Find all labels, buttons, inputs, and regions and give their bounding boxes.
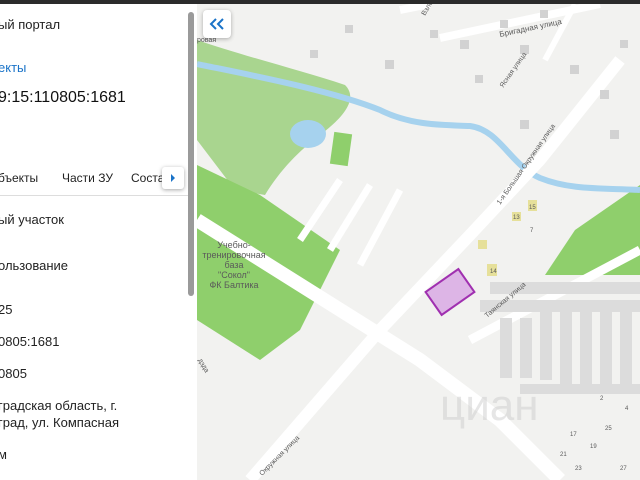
house-num-19: 19 xyxy=(590,444,597,450)
collapse-panel-button[interactable] xyxy=(203,10,231,38)
land-type: ый участок xyxy=(0,212,64,227)
road-small-1 xyxy=(297,178,343,242)
objects-link[interactable]: екты xyxy=(0,60,26,75)
field-value: 25 xyxy=(0,302,13,317)
house-num-15: 15 xyxy=(529,205,536,211)
street-bolshaya-okruzhnaya: 1-я Большая Окружная улица xyxy=(496,123,557,206)
road-small-3 xyxy=(356,188,404,267)
forest-area xyxy=(197,40,351,195)
map-view[interactable]: циан Учебно- тренировочная база "Сокол" … xyxy=(197,4,640,480)
map-canvas: циан Учебно- тренировочная база "Сокол" … xyxy=(197,4,640,480)
land-usage: ользование xyxy=(0,258,69,273)
house-num-25: 25 xyxy=(605,426,612,432)
double-chevron-left-icon xyxy=(209,18,224,30)
base-label-line4: "Сокол" xyxy=(218,270,250,280)
street-yasnaya: Ясная улица xyxy=(499,51,528,89)
base-label-line5: ФК Балтика xyxy=(209,280,258,290)
base-label-line2: тренировочная xyxy=(202,250,265,260)
house-num-17: 17 xyxy=(570,432,577,438)
street-ovaya: ровая xyxy=(197,37,216,44)
map-watermark: циан xyxy=(440,381,539,430)
panel-scrollbar[interactable] xyxy=(188,12,194,296)
tab-bar: бъекты Части ЗУ Соста xyxy=(0,167,190,196)
tab-composition[interactable]: Соста xyxy=(131,171,164,185)
small-green xyxy=(329,131,353,167)
chevron-right-icon xyxy=(171,174,175,182)
house-num-27: 27 xyxy=(620,466,627,472)
house-num-13: 13 xyxy=(513,215,520,221)
base-label-line3: база xyxy=(225,260,244,270)
pond xyxy=(290,120,326,148)
cadastral-short: 0805:1681 xyxy=(0,334,60,349)
house-num-2: 2 xyxy=(600,396,604,402)
base-label-line1: Учебно- xyxy=(217,240,250,250)
portal-title: ый портал xyxy=(0,17,61,32)
address-line-2: град, ул. Компасная xyxy=(0,415,119,430)
road-small-2 xyxy=(327,183,373,252)
tab-parts[interactable]: Части ЗУ xyxy=(62,171,113,185)
street-dzda: дзда xyxy=(197,358,210,375)
tab-objects[interactable]: бъекты xyxy=(0,171,38,185)
area-unit: м xyxy=(0,447,7,462)
cadastral-number: 9:15:110805:1681 xyxy=(0,89,126,106)
house-num-4: 4 xyxy=(625,406,629,412)
quarter-number: 0805 xyxy=(0,366,27,381)
house-num-14: 14 xyxy=(490,269,497,275)
info-panel: ый портал екты 9:15:110805:1681 бъекты Ч… xyxy=(0,4,197,480)
house-num-7: 7 xyxy=(530,228,534,234)
tabs-scroll-right-button[interactable] xyxy=(162,167,184,189)
address-line-1: градская область, г. xyxy=(0,398,118,413)
house-num-23: 23 xyxy=(575,466,582,472)
house-num-21: 21 xyxy=(560,452,567,458)
